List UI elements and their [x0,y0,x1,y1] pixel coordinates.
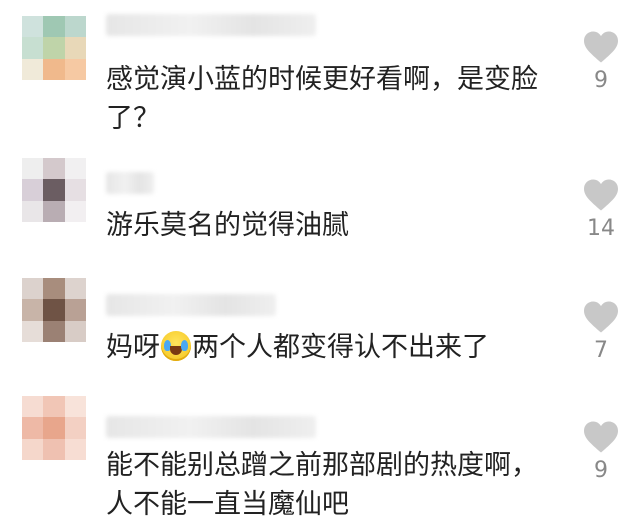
like-button[interactable]: 7 [580,300,622,364]
username-blurred[interactable] [106,172,154,194]
like-count: 9 [594,458,608,483]
comment-text: 妈呀 两个人都变得认不出来了 [106,331,489,363]
comment-item: 游乐莫名的觉得油腻 14 [0,150,640,270]
heart-icon [584,421,618,453]
comment-text: 感觉演小蓝的时候更好看啊，是变脸 了？ [106,64,538,134]
avatar[interactable] [22,278,86,342]
avatar[interactable] [22,16,86,80]
comment-text: 游乐莫名的觉得油腻 [106,210,349,241]
avatar[interactable] [22,158,86,222]
like-count: 9 [594,68,608,93]
comment-item: 能不能别总蹭之前那部剧的热度啊， 人不能一直当魔仙吧 9 [0,390,640,528]
like-button[interactable]: 9 [580,420,622,484]
like-count: 14 [587,216,615,241]
username-blurred[interactable] [106,416,316,438]
username-blurred[interactable] [106,14,316,36]
comment-text: 能不能别总蹭之前那部剧的热度啊， 人不能一直当魔仙吧 [106,450,538,520]
comment-item: 感觉演小蓝的时候更好看啊，是变脸 了？ 9 [0,0,640,150]
heart-icon [584,301,618,333]
avatar[interactable] [22,396,86,460]
heart-icon [584,31,618,63]
comment-item: 妈呀 两个人都变得认不出来了 7 [0,270,640,390]
username-blurred[interactable] [106,294,276,316]
heart-icon [584,179,618,211]
laughing-crying-emoji [161,331,191,361]
like-count: 7 [594,338,608,363]
like-button[interactable]: 9 [580,30,622,94]
like-button[interactable]: 14 [580,178,622,242]
